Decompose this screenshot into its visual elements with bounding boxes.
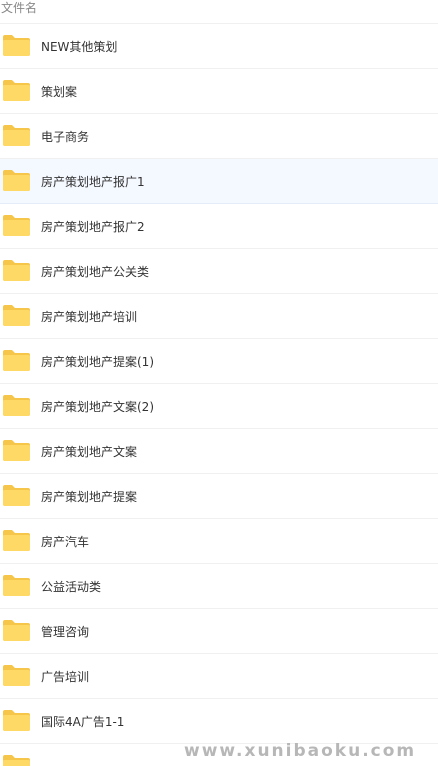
file-name: 房产策划地产报广1 bbox=[41, 174, 145, 189]
folder-icon bbox=[2, 169, 31, 192]
file-name: NEW其他策划 bbox=[41, 39, 118, 54]
file-name: 房产策划地产培训 bbox=[41, 309, 138, 324]
file-row[interactable]: 房产汽车 bbox=[0, 519, 438, 564]
file-name: 电子商务 bbox=[41, 129, 90, 144]
file-row[interactable]: 广告培训 bbox=[0, 654, 438, 699]
folder-icon bbox=[2, 304, 31, 327]
file-row[interactable]: 房产策划地产提案 bbox=[0, 474, 438, 519]
file-list-page: 文件名 NEW其他策划 策划案电子商务房产策划地产报广1 房产策划地产报广2 房产策划… bbox=[0, 0, 438, 766]
watermark: www.xunibaoku.com bbox=[184, 741, 417, 761]
file-name: 房产策划地产文案(2) bbox=[41, 399, 154, 414]
folder-icon bbox=[2, 484, 31, 507]
folder-icon bbox=[2, 709, 31, 732]
folder-icon bbox=[2, 349, 31, 372]
folder-icon bbox=[2, 664, 31, 687]
file-row[interactable]: 策划案 bbox=[0, 69, 438, 114]
file-row[interactable]: 房产策划地产培训 bbox=[0, 294, 438, 339]
folder-icon bbox=[2, 574, 31, 597]
file-name: 房产策划地产提案(1) bbox=[41, 354, 154, 369]
folder-icon bbox=[2, 259, 31, 282]
file-row[interactable]: 房产策划地产文案 bbox=[0, 429, 438, 474]
file-row[interactable]: 房产策划地产报广2 bbox=[0, 204, 438, 249]
file-row[interactable]: 公益活动类 bbox=[0, 564, 438, 609]
file-row[interactable]: 房产策划地产提案(1) bbox=[0, 339, 438, 384]
folder-icon bbox=[2, 619, 31, 642]
file-row[interactable]: NEW其他策划 bbox=[0, 24, 438, 69]
file-name: 房产策划地产提案 bbox=[41, 489, 138, 504]
folder-icon bbox=[2, 529, 31, 552]
file-row[interactable]: 国际4A广告1-1 bbox=[0, 699, 438, 744]
folder-icon bbox=[2, 124, 31, 147]
folder-icon bbox=[2, 34, 31, 57]
file-list: NEW其他策划 策划案电子商务房产策划地产报广1 房产策划地产报广2 房产策划地产公关… bbox=[0, 24, 438, 766]
folder-icon bbox=[2, 439, 31, 462]
folder-icon bbox=[2, 754, 31, 766]
file-name: 国际4A广告1-1 bbox=[41, 714, 125, 729]
file-row[interactable]: 管理咨询 bbox=[0, 609, 438, 654]
file-name: 房产汽车 bbox=[41, 534, 90, 549]
file-row[interactable]: 房产策划地产文案(2) bbox=[0, 384, 438, 429]
file-name: 房产策划地产报广2 bbox=[41, 219, 145, 234]
folder-icon bbox=[2, 394, 31, 417]
file-row[interactable]: 房产策划地产公关类 bbox=[0, 249, 438, 294]
file-row[interactable]: 房产策划地产报广1 bbox=[0, 159, 438, 204]
column-header[interactable]: 文件名 bbox=[0, 0, 438, 24]
file-name: 房产策划地产公关类 bbox=[41, 264, 150, 279]
folder-icon bbox=[2, 214, 31, 237]
file-name: 广告培训 bbox=[41, 669, 90, 684]
file-name: 策划案 bbox=[41, 84, 78, 99]
file-name: 房产策划地产文案 bbox=[41, 444, 138, 459]
file-row[interactable]: 电子商务 bbox=[0, 114, 438, 159]
file-name: 管理咨询 bbox=[41, 624, 90, 639]
folder-icon bbox=[2, 79, 31, 102]
file-name: 公益活动类 bbox=[41, 579, 102, 594]
column-header-filename[interactable]: 文件名 bbox=[1, 1, 37, 15]
